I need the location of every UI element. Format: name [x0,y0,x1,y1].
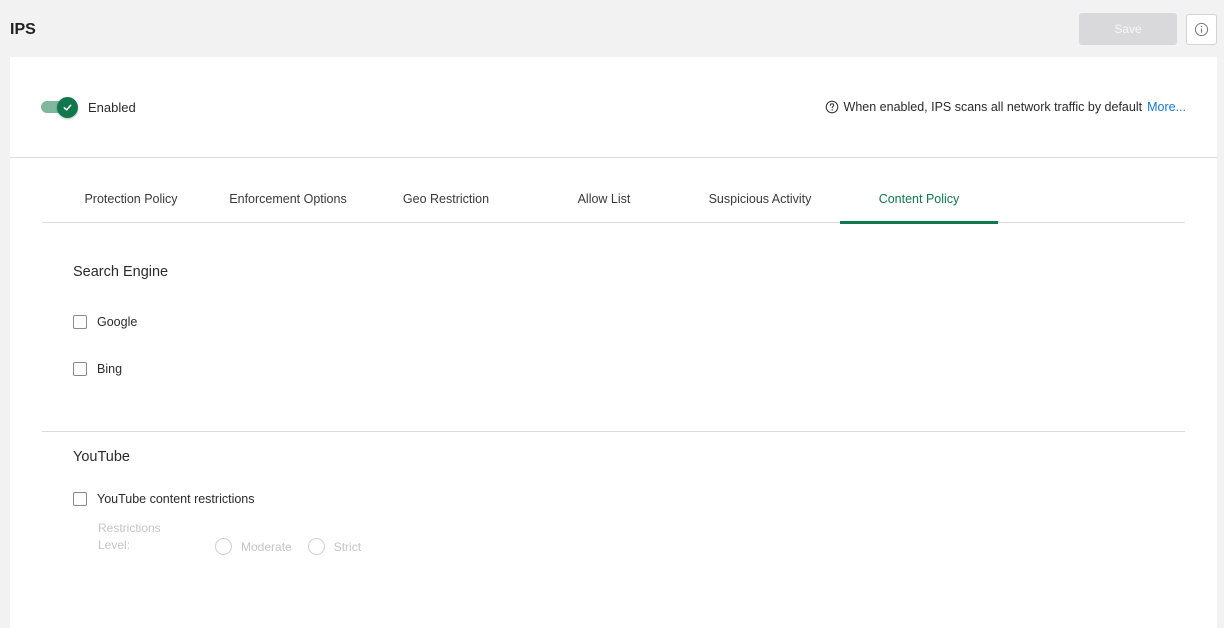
save-button[interactable]: Save [1079,13,1177,45]
toggle-label: Enabled [88,100,136,115]
tab-bar: Protection Policy Enforcement Options Ge… [42,175,1185,224]
tab-protection-policy[interactable]: Protection Policy [64,175,198,223]
google-checkbox[interactable] [73,315,87,329]
hint-message: When enabled, IPS scans all network traf… [825,100,1186,114]
page-title: IPS [10,21,36,38]
youtube-restrictions-label: YouTube content restrictions [97,492,255,506]
more-link[interactable]: More... [1147,100,1186,114]
toggle-knob [57,97,78,118]
section-divider [42,431,1185,432]
restrictions-level-label-line1: Restrictions [98,521,161,535]
youtube-restrictions-checkbox[interactable] [73,492,87,506]
tab-content-policy[interactable]: Content Policy [840,175,998,224]
content-card: Enabled When enabled, IPS scans all netw… [10,57,1217,628]
bing-checkbox-row[interactable]: Bing [73,362,122,376]
restriction-level-radio-group: Moderate Strict [215,538,369,555]
tab-enforcement-options[interactable]: Enforcement Options [206,175,370,223]
youtube-title: YouTube [73,449,130,465]
restrictions-level-label: Restrictions Level: [98,520,188,554]
enabled-toggle[interactable] [41,97,81,118]
youtube-restrictions-row[interactable]: YouTube content restrictions [73,492,255,506]
restrictions-level-label-line2: Level: [98,538,131,552]
tab-allow-list[interactable]: Allow List [522,175,686,223]
bing-label: Bing [97,362,123,376]
moderate-radio[interactable] [215,538,232,555]
google-checkbox-row[interactable]: Google [73,315,137,329]
checkmark-icon [63,104,72,111]
tab-suspicious-activity[interactable]: Suspicious Activity [682,175,838,223]
help-circle-icon [825,100,838,114]
bing-checkbox[interactable] [73,362,87,376]
search-engine-title: Search Engine [73,264,169,280]
strict-radio[interactable] [307,538,325,555]
strict-radio-option[interactable]: Strict [307,538,362,555]
tab-geo-restriction[interactable]: Geo Restriction [372,175,520,223]
status-bar: Enabled When enabled, IPS scans all netw… [10,57,1217,158]
strict-label: Strict [333,539,362,554]
hint-text: When enabled, IPS scans all network traf… [843,100,1143,114]
info-button[interactable] [1186,14,1217,45]
moderate-radio-option[interactable]: Moderate [215,538,292,555]
moderate-label: Moderate [241,539,292,554]
google-label: Google [97,315,138,329]
info-icon [1194,22,1209,37]
